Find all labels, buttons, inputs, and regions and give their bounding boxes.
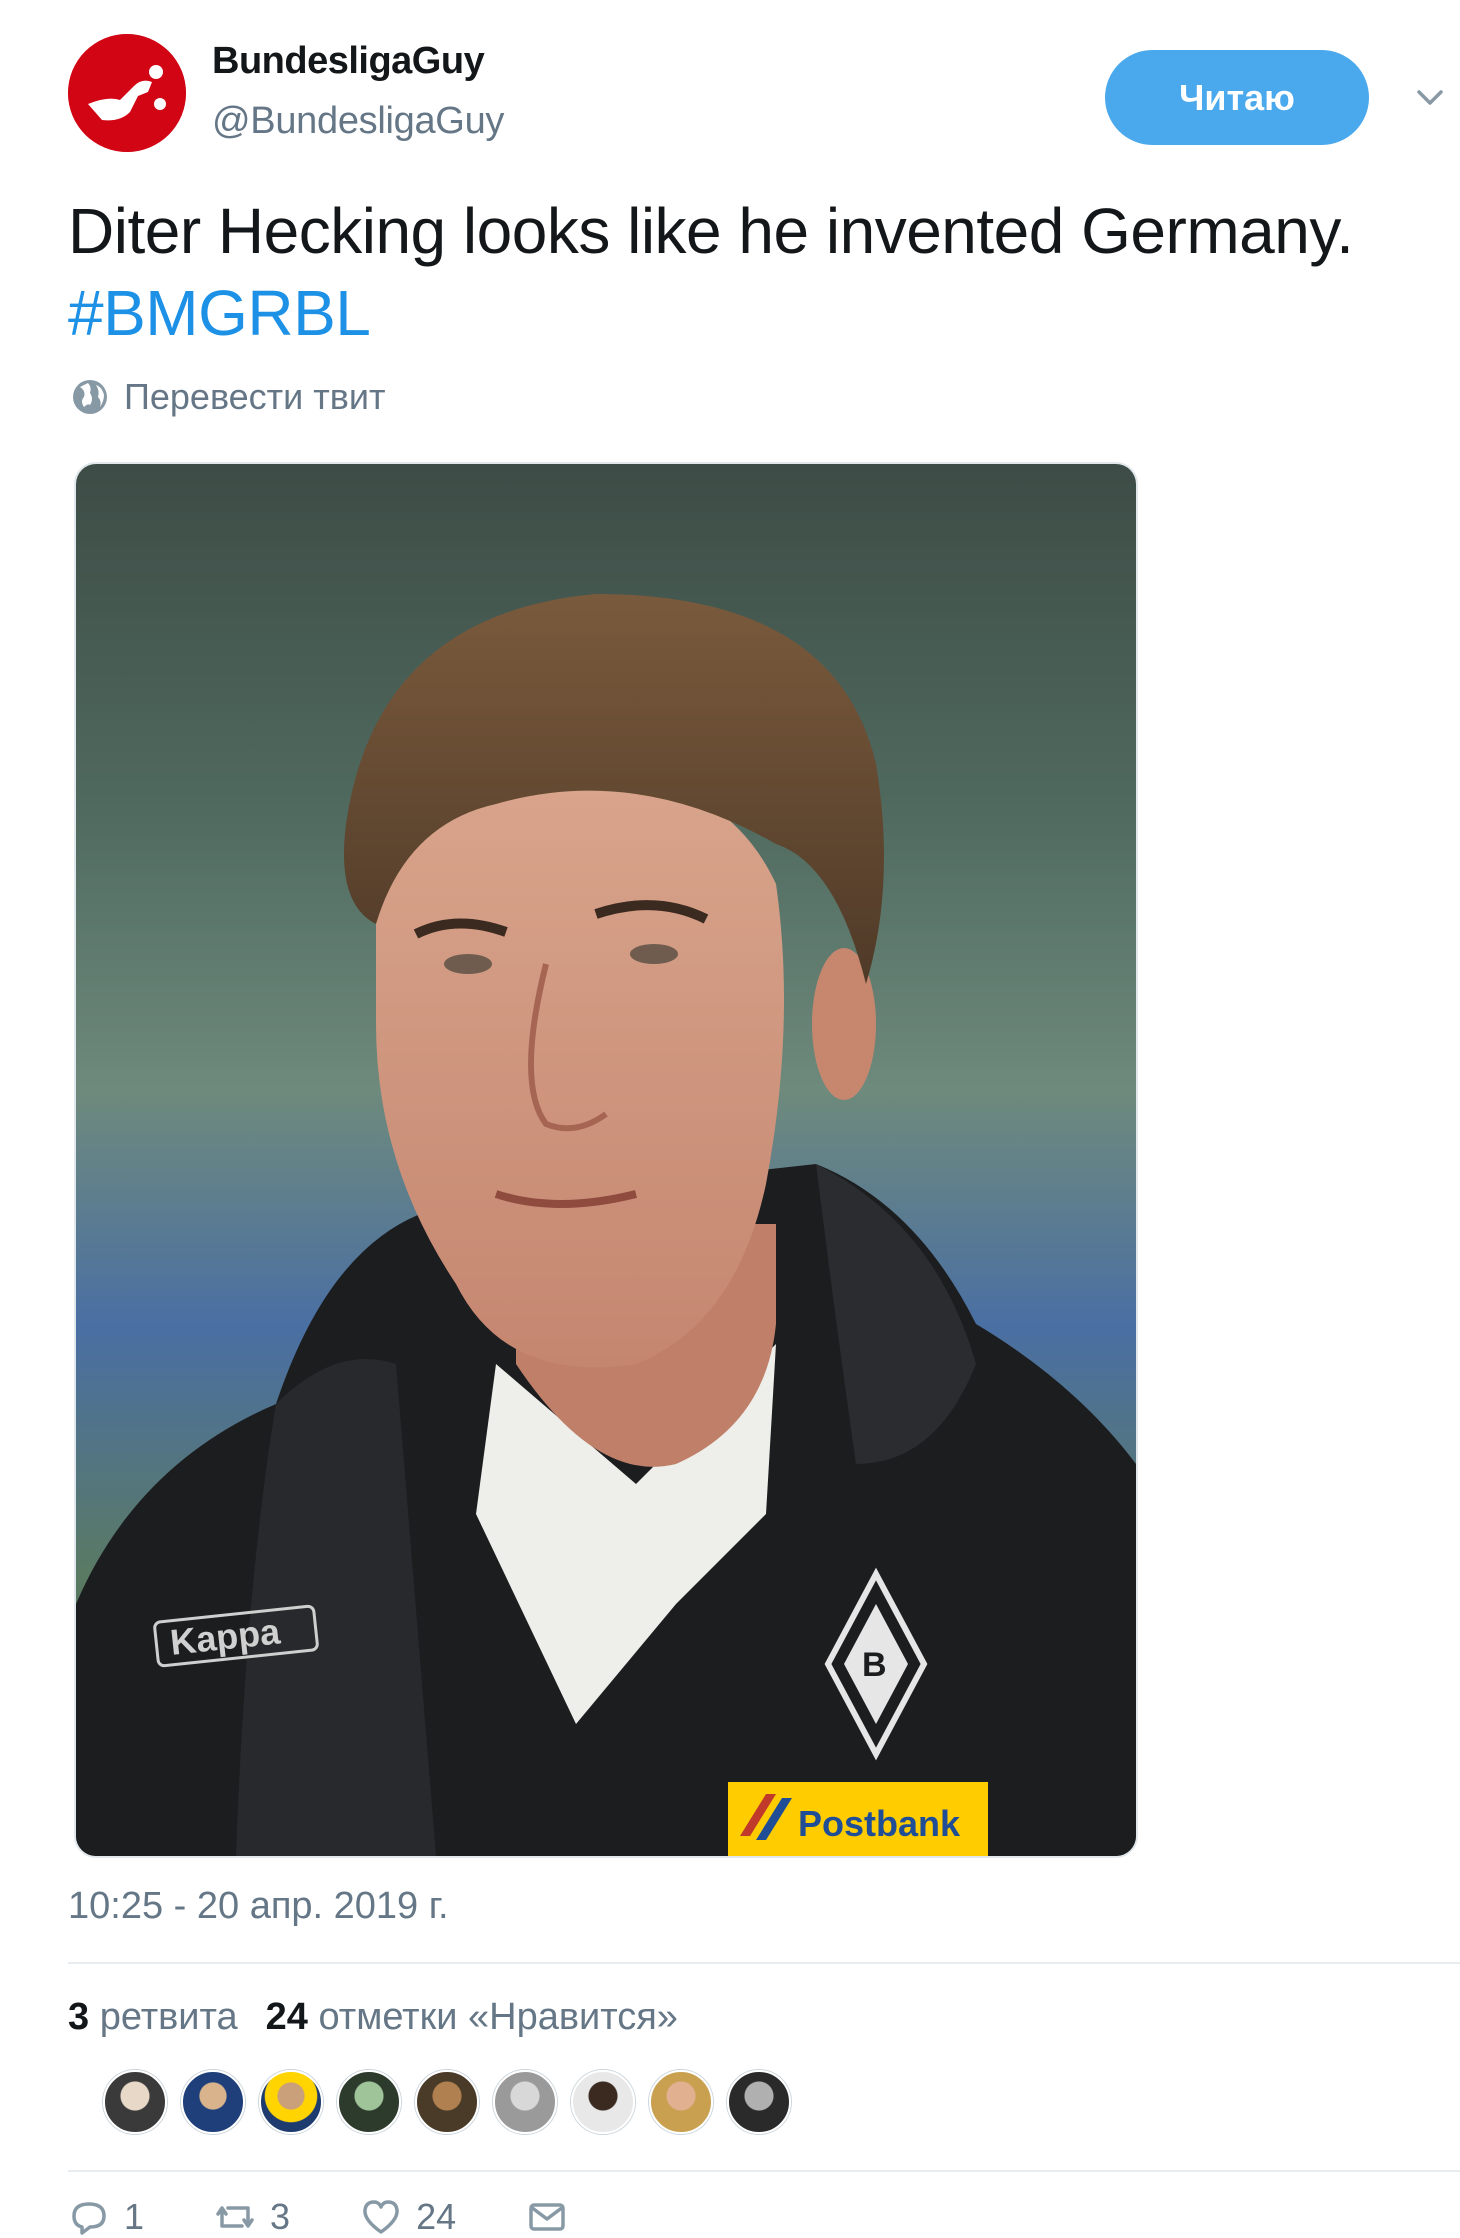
like-count: 24	[416, 2196, 457, 2237]
liker-avatar[interactable]	[493, 2070, 557, 2134]
likes-stat[interactable]: 24 отметки «Нравится»	[266, 1996, 678, 2039]
tweet-body: Diter Hecking looks like he invented Ger…	[68, 195, 1354, 267]
retweet-button[interactable]: 3	[214, 2196, 290, 2238]
liker-avatar[interactable]	[103, 2070, 167, 2134]
translate-label: Перевести твит	[124, 376, 386, 417]
liker-avatar[interactable]	[337, 2070, 401, 2134]
tweet-photo[interactable]: Kappa B Postbank	[74, 462, 1138, 1858]
sponsor-label: Postbank	[798, 1803, 961, 1844]
retweets-label: ретвита	[99, 1996, 238, 2038]
liker-avatar[interactable]	[571, 2070, 635, 2134]
reply-button[interactable]: 1	[68, 2196, 144, 2238]
retweet-icon	[216, 2206, 254, 2228]
tweet-text: Diter Hecking looks like he invented Ger…	[68, 190, 1398, 354]
divider	[68, 1962, 1460, 1964]
retweet-count: 3	[270, 2196, 291, 2237]
reply-count: 1	[124, 2196, 145, 2237]
retweets-stat[interactable]: 3 ретвита	[68, 1996, 238, 2039]
author-handle[interactable]: @BundesligaGuy	[212, 100, 504, 143]
author-name[interactable]: BundesligaGuy	[212, 40, 485, 83]
reply-icon	[72, 2202, 106, 2235]
chevron-down-icon[interactable]	[1410, 80, 1450, 116]
globe-icon	[73, 380, 107, 414]
envelope-icon	[529, 2203, 565, 2231]
photo-portrait: Kappa B Postbank	[76, 464, 1136, 1856]
like-button[interactable]: 24	[360, 2196, 456, 2238]
timestamp[interactable]: 10:25 - 20 апр. 2019 г.	[68, 1885, 449, 1928]
tweet-card: BundesligaGuy @BundesligaGuy Читаю Diter…	[0, 0, 1460, 2237]
retweets-count: 3	[68, 1996, 90, 2038]
svg-text:B: B	[862, 1646, 887, 1684]
hashtag-link[interactable]: #BMGRBL	[68, 277, 371, 349]
likers-strip	[68, 2060, 1460, 2172]
liker-avatar[interactable]	[415, 2070, 479, 2134]
liker-avatar[interactable]	[727, 2070, 791, 2134]
engagement-stats: 3 ретвита 24 отметки «Нравится»	[68, 1996, 706, 2039]
heart-icon	[363, 2200, 399, 2234]
tweet-actions: 1 3 24	[68, 2196, 652, 2238]
likes-label: отметки «Нравится»	[318, 1996, 678, 2038]
liker-avatar[interactable]	[259, 2070, 323, 2134]
liker-avatars	[103, 2070, 805, 2134]
translate-tweet-link[interactable]: Перевести твит	[70, 372, 386, 422]
likes-count: 24	[265, 1996, 308, 2038]
author-avatar[interactable]	[68, 34, 186, 152]
liker-avatar[interactable]	[649, 2070, 713, 2134]
liker-avatar[interactable]	[181, 2070, 245, 2134]
follow-button[interactable]: Читаю	[1105, 50, 1369, 145]
direct-message-button[interactable]	[526, 2196, 582, 2238]
bundesliga-logo-icon	[68, 34, 186, 152]
